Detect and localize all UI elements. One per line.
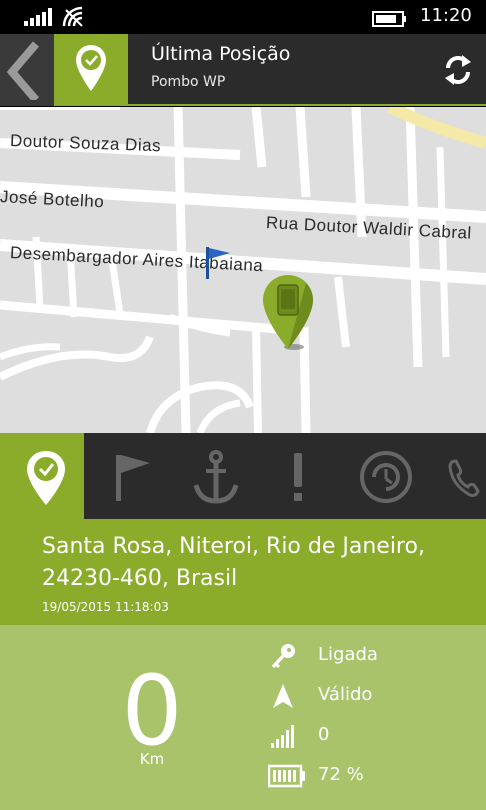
- location-check-icon: [76, 45, 106, 91]
- key-icon: [271, 644, 295, 669]
- signal-bars-icon: [271, 725, 294, 748]
- gps-status: Válido: [318, 684, 373, 705]
- address-text: Santa Rosa, Niteroi, Rio de Janeiro, 242…: [42, 534, 425, 591]
- battery-icon: [268, 764, 305, 788]
- wifi-icon: [62, 6, 83, 27]
- page-subtitle: Pombo WP: [151, 74, 226, 90]
- status-bar: 11:20: [0, 0, 486, 34]
- signal-status-row: 0: [268, 721, 478, 751]
- chevron-left-icon: [6, 41, 40, 100]
- app-header: Última Posição Pombo WP: [0, 34, 486, 106]
- refresh-icon[interactable]: [440, 52, 476, 88]
- tab-last-position[interactable]: [0, 433, 84, 519]
- anchor-icon: [193, 450, 239, 504]
- address-panel: Santa Rosa, Niteroi, Rio de Janeiro, 242…: [0, 519, 486, 625]
- phone-icon: [448, 459, 480, 497]
- battery-status-row: 72 %: [268, 761, 478, 791]
- tab-flags[interactable]: [86, 433, 170, 519]
- flag-marker[interactable]: [204, 245, 234, 281]
- device-pin-marker[interactable]: [260, 273, 320, 353]
- speed-value: 0: [121, 655, 183, 767]
- page-title: Última Posição: [151, 43, 291, 65]
- status-time: 11:20: [420, 5, 472, 26]
- battery-icon: [372, 11, 406, 27]
- flag-icon: [116, 455, 150, 501]
- address-datetime: 19/05/2015 11:18:03: [42, 600, 169, 614]
- battery-status: 72 %: [318, 764, 364, 785]
- tab-alerts[interactable]: [258, 433, 342, 519]
- ignition-status: Ligada: [318, 644, 378, 665]
- map-view[interactable]: Doutor Souza Dias José Botelho Rua Douto…: [0, 107, 486, 433]
- location-check-icon: [27, 451, 65, 505]
- gps-status-row: Válido: [268, 681, 478, 711]
- tab-anchor[interactable]: [172, 433, 256, 519]
- navigation-arrow-icon: [273, 684, 293, 708]
- header-pin-badge: [54, 34, 128, 106]
- tab-bar: [0, 433, 486, 519]
- tab-phone[interactable]: [430, 433, 486, 519]
- speed-unit: Km: [139, 750, 165, 768]
- signal-status: 0: [318, 724, 330, 745]
- alert-icon: [294, 453, 302, 501]
- history-clock-icon: [360, 451, 412, 503]
- tab-history[interactable]: [344, 433, 428, 519]
- ignition-status-row: Ligada: [268, 641, 478, 671]
- signal-icon: [24, 8, 52, 26]
- back-button[interactable]: [0, 34, 54, 106]
- stats-panel: 0 Km Ligada Válido 0 72 %: [0, 625, 486, 810]
